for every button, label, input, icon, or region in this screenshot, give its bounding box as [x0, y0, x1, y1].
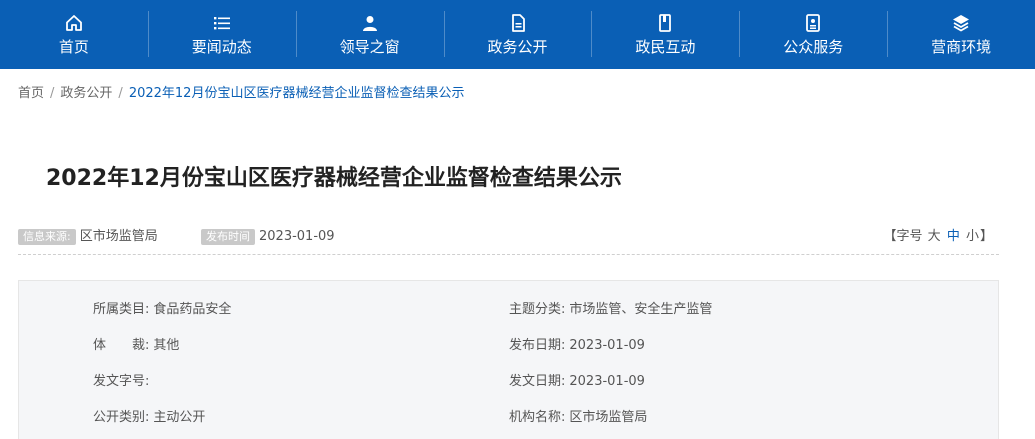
info-key: 所属类目:: [93, 302, 150, 317]
source-group: 信息来源: 区市场监管局: [18, 225, 158, 250]
nav-item-home[interactable]: 首页: [0, 0, 148, 69]
font-size-medium[interactable]: 中: [947, 229, 960, 244]
article-title: 2022年12月份宝山区医疗器械经营企业监督检查结果公示: [46, 166, 622, 191]
info-key: 机构名称:: [509, 410, 566, 425]
info-value: 2023-01-09: [569, 338, 645, 353]
nav-label: 公众服务: [783, 38, 844, 56]
breadcrumb-gov-affairs-link[interactable]: 政务公开: [60, 86, 112, 101]
info-key: 发文日期:: [509, 374, 566, 389]
breadcrumb-separator: /: [118, 86, 123, 101]
info-key: 公开类别:: [93, 410, 150, 425]
info-topic: 主题分类: 市场监管、安全生产监管: [509, 300, 712, 320]
breadcrumb-home-link[interactable]: 首页: [18, 86, 44, 101]
info-value: 2023-01-09: [569, 374, 645, 389]
nav-item-interaction[interactable]: 政民互动: [591, 0, 739, 69]
font-size-small[interactable]: 小: [966, 229, 979, 244]
nav-label: 领导之窗: [339, 38, 400, 56]
info-value: 食品药品安全: [153, 302, 232, 317]
info-org: 机构名称: 区市场监管局: [509, 408, 647, 428]
nav-label: 政民互动: [635, 38, 696, 56]
home-icon: [63, 12, 85, 34]
info-value: 市场监管、安全生产监管: [569, 302, 713, 317]
font-size-large[interactable]: 大: [928, 229, 941, 244]
nav-item-gov-affairs[interactable]: 政务公开: [443, 0, 592, 69]
nav-label: 要闻动态: [191, 38, 252, 56]
user-icon: [359, 12, 381, 34]
nav-label: 政务公开: [487, 38, 548, 56]
info-category: 所属类目: 食品药品安全: [93, 300, 231, 320]
info-key: 主题分类:: [509, 302, 566, 317]
info-value: 其他: [153, 338, 180, 353]
date-tag: 发布时间: [201, 229, 255, 245]
date-group: 发布时间 2023-01-09: [201, 225, 335, 250]
info-docdate: 发文日期: 2023-01-09: [509, 372, 645, 392]
info-pubdate: 发布日期: 2023-01-09: [509, 336, 645, 356]
info-docno: 发文字号:: [93, 372, 153, 392]
article-meta: 信息来源: 区市场监管局 发布时间 2023-01-09 【字号 大 中 小】: [18, 225, 999, 249]
font-size-switcher: 【字号 大 中 小】: [884, 225, 994, 249]
info-value: 主动公开: [153, 410, 206, 425]
divider: [18, 254, 999, 255]
info-genre: 体 裁: 其他: [93, 336, 179, 356]
list-icon: [211, 12, 233, 34]
font-size-label: 【字号: [883, 229, 923, 244]
date-value: 2023-01-09: [259, 229, 335, 244]
top-nav: 首页 要闻动态 领导之窗 政务公开 政民互动 公众服务 营商环境: [0, 0, 1035, 69]
source-value: 区市场监管局: [79, 229, 158, 244]
info-key: 发布日期:: [509, 338, 566, 353]
info-value: 区市场监管局: [569, 410, 648, 425]
source-tag: 信息来源:: [18, 229, 76, 245]
info-key: 体 裁:: [93, 338, 150, 353]
nav-item-business-env[interactable]: 营商环境: [887, 0, 1035, 69]
service-icon: [802, 12, 824, 34]
document-icon: [507, 12, 529, 34]
info-open-type: 公开类别: 主动公开: [93, 408, 205, 428]
book-icon: [654, 12, 676, 34]
layers-icon: [950, 12, 972, 34]
nav-label: 营商环境: [931, 38, 992, 56]
nav-item-public-service[interactable]: 公众服务: [739, 0, 887, 69]
breadcrumb-current: 2022年12月份宝山区医疗器械经营企业监督检查结果公示: [128, 86, 465, 101]
nav-label: 首页: [58, 38, 89, 56]
breadcrumb: 首页 / 政务公开 / 2022年12月份宝山区医疗器械经营企业监督检查结果公示: [18, 84, 464, 104]
breadcrumb-separator: /: [50, 86, 55, 101]
info-key: 发文字号:: [93, 374, 150, 389]
document-info-box: 所属类目: 食品药品安全 主题分类: 市场监管、安全生产监管 体 裁: 其他 发布日期…: [18, 280, 999, 439]
font-size-bracket: 】: [979, 229, 993, 244]
nav-item-news[interactable]: 要闻动态: [147, 0, 296, 69]
nav-item-leaders[interactable]: 领导之窗: [295, 0, 444, 69]
